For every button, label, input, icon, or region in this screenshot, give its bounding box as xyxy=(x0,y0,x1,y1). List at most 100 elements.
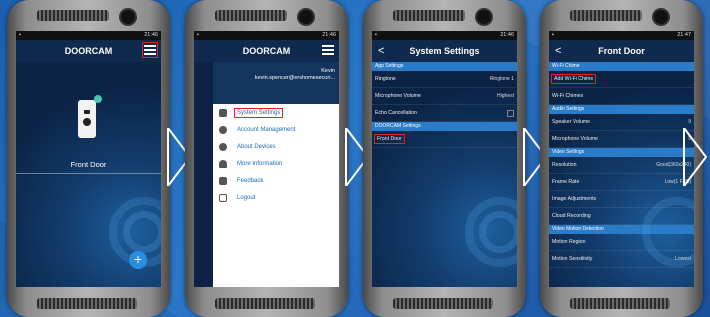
phone-4: ▪ 21:47 < Front Door Wi-Fi Chime Add Wi-F… xyxy=(540,0,703,317)
back-icon[interactable]: < xyxy=(378,45,384,57)
status-bar: ▪ 21:46 xyxy=(16,31,161,40)
settings-content: App Settings Ringtone Ringtone 1 Microph… xyxy=(372,62,517,287)
divider xyxy=(16,173,161,174)
row-label: Microphone Volume xyxy=(552,136,598,142)
app-bar: < System Settings xyxy=(372,40,517,62)
row-label: Frame Rate xyxy=(552,179,580,185)
info-icon xyxy=(219,142,227,151)
drawer-item-feedback[interactable]: Feedback xyxy=(213,172,339,189)
echo-cancellation-checkbox[interactable] xyxy=(507,109,514,117)
mail-icon xyxy=(219,176,227,185)
drawer-header: Kevin kevin.spencer@ershomesecuri... xyxy=(213,62,339,104)
row-label: Cloud Recording xyxy=(552,213,591,219)
speaker-grille xyxy=(570,10,642,21)
echo-cancellation-row[interactable]: Echo Cancellation xyxy=(372,105,517,122)
front-camera xyxy=(297,8,315,26)
drawer-item-account-management[interactable]: Account Management xyxy=(213,121,339,138)
screen-front-door: ▪ 21:47 < Front Door Wi-Fi Chime Add Wi-F… xyxy=(549,31,694,287)
screen-system-settings: ▪ 21:46 < System Settings App Settings Ri… xyxy=(372,31,517,287)
cloud-icon xyxy=(219,159,227,168)
front-camera xyxy=(652,8,670,26)
screen-menu: ▪ 21:46 DOORCAM Kevin kevin.spencer@ersho… xyxy=(194,31,339,287)
speaker-grille xyxy=(215,10,287,21)
doorbell-device-icon[interactable] xyxy=(78,95,102,138)
microphone-volume-row[interactable]: Microphone Volume 9 xyxy=(549,131,694,148)
row-value: 9 xyxy=(688,119,691,125)
section-header: App Settings xyxy=(372,62,517,71)
nav-drawer: Kevin kevin.spencer@ershomesecuri... Sys… xyxy=(213,62,339,287)
resolution-row[interactable]: Resolution Good(360x240) xyxy=(549,157,694,174)
drawer-item-label: Logout xyxy=(237,194,256,201)
user-email: kevin.spencer@ershomesecuri... xyxy=(254,75,335,81)
row-label: Front Door xyxy=(374,134,405,144)
section-header: Audio Settings xyxy=(549,105,694,114)
drawer-item-logout[interactable]: Logout xyxy=(213,189,339,206)
key-icon xyxy=(219,108,227,117)
user-name: Kevin xyxy=(321,68,335,74)
arrow-right-icon xyxy=(683,128,708,186)
speaker-grille xyxy=(37,298,137,309)
ringtone-row[interactable]: Ringtone Ringtone 1 xyxy=(372,71,517,88)
app-title: DOORCAM xyxy=(64,46,113,56)
drawer-item-label: About Devices xyxy=(237,143,276,150)
app-bar: < Front Door xyxy=(549,40,694,62)
logout-icon xyxy=(219,193,227,202)
phone-1: ▪ 21:46 DOORCAM Front Door + xyxy=(7,0,170,317)
screen-home: ▪ 21:46 DOORCAM Front Door + xyxy=(16,31,161,287)
back-icon[interactable]: < xyxy=(555,45,561,57)
device-name[interactable]: Front Door xyxy=(16,160,161,169)
row-label: Motion Region xyxy=(552,239,586,245)
speaker-grille xyxy=(393,298,493,309)
menu-content: Kevin kevin.spencer@ershomesecuri... Sys… xyxy=(194,62,339,287)
row-label: Echo Cancellation xyxy=(375,110,417,116)
speaker-grille xyxy=(393,10,465,21)
row-label: Add Wi-Fi Chime xyxy=(550,74,597,84)
status-bar: ▪ 21:46 xyxy=(372,31,517,40)
wifi-chimes-row[interactable]: Wi-Fi Chimes xyxy=(549,88,694,105)
status-badge xyxy=(94,95,102,103)
row-label: Image Adjustments xyxy=(552,196,597,202)
status-bar: ▪ 21:46 xyxy=(194,31,339,40)
drawer-item-label: Account Management xyxy=(237,126,296,133)
phone-3: ▪ 21:46 < System Settings App Settings Ri… xyxy=(363,0,526,317)
front-camera xyxy=(119,8,137,26)
hamburger-menu-icon[interactable] xyxy=(321,43,335,57)
drawer-item-about-devices[interactable]: About Devices xyxy=(213,138,339,155)
app-bar: DOORCAM xyxy=(16,40,161,62)
app-title: DOORCAM xyxy=(242,46,291,56)
page-title: Front Door xyxy=(598,46,645,56)
app-bar: DOORCAM xyxy=(194,40,339,62)
row-label: Microphone Volume xyxy=(375,93,421,99)
speaker-grille xyxy=(215,298,315,309)
drawer-item-label: More Information xyxy=(237,160,283,167)
row-label: Ringtone xyxy=(375,76,396,82)
row-label: Speaker Volume xyxy=(552,119,591,125)
drawer-item-more-information[interactable]: More Information xyxy=(213,155,339,172)
page-title: System Settings xyxy=(409,46,480,56)
row-label: Motion Sensitivity xyxy=(552,256,593,262)
front-door-row[interactable]: Front Door xyxy=(372,131,517,148)
row-label: Wi-Fi Chimes xyxy=(552,93,584,99)
add-device-button[interactable]: + xyxy=(129,251,147,269)
add-wifi-chime-row[interactable]: Add Wi-Fi Chime xyxy=(549,71,694,88)
drawer-item-label: System Settings xyxy=(233,107,284,118)
microphone-volume-row[interactable]: Microphone Volume Highest xyxy=(372,88,517,105)
row-label: Resolution xyxy=(552,162,577,168)
person-icon xyxy=(219,125,227,134)
speaker-grille xyxy=(37,10,109,21)
drawer-item-system-settings[interactable]: System Settings xyxy=(213,104,339,121)
hamburger-menu-icon[interactable] xyxy=(142,42,158,58)
row-value: Highest xyxy=(497,93,514,99)
speaker-volume-row[interactable]: Speaker Volume 9 xyxy=(549,114,694,131)
speaker-grille xyxy=(570,298,670,309)
phone-2: ▪ 21:46 DOORCAM Kevin kevin.spencer@ersho… xyxy=(185,0,348,317)
section-header: Wi-Fi Chime xyxy=(549,62,694,71)
row-value: Ringtone 1 xyxy=(489,76,514,82)
signal-arc-decoration xyxy=(123,211,161,253)
signal-arc-decoration xyxy=(479,211,517,253)
section-header: DOORCAM Settings xyxy=(372,122,517,131)
front-camera xyxy=(475,8,493,26)
drawer-item-label: Feedback xyxy=(237,177,264,184)
front-door-content: Wi-Fi Chime Add Wi-Fi Chime Wi-Fi Chimes… xyxy=(549,62,694,287)
frame-rate-row[interactable]: Frame Rate Low(1 FPS) xyxy=(549,174,694,191)
